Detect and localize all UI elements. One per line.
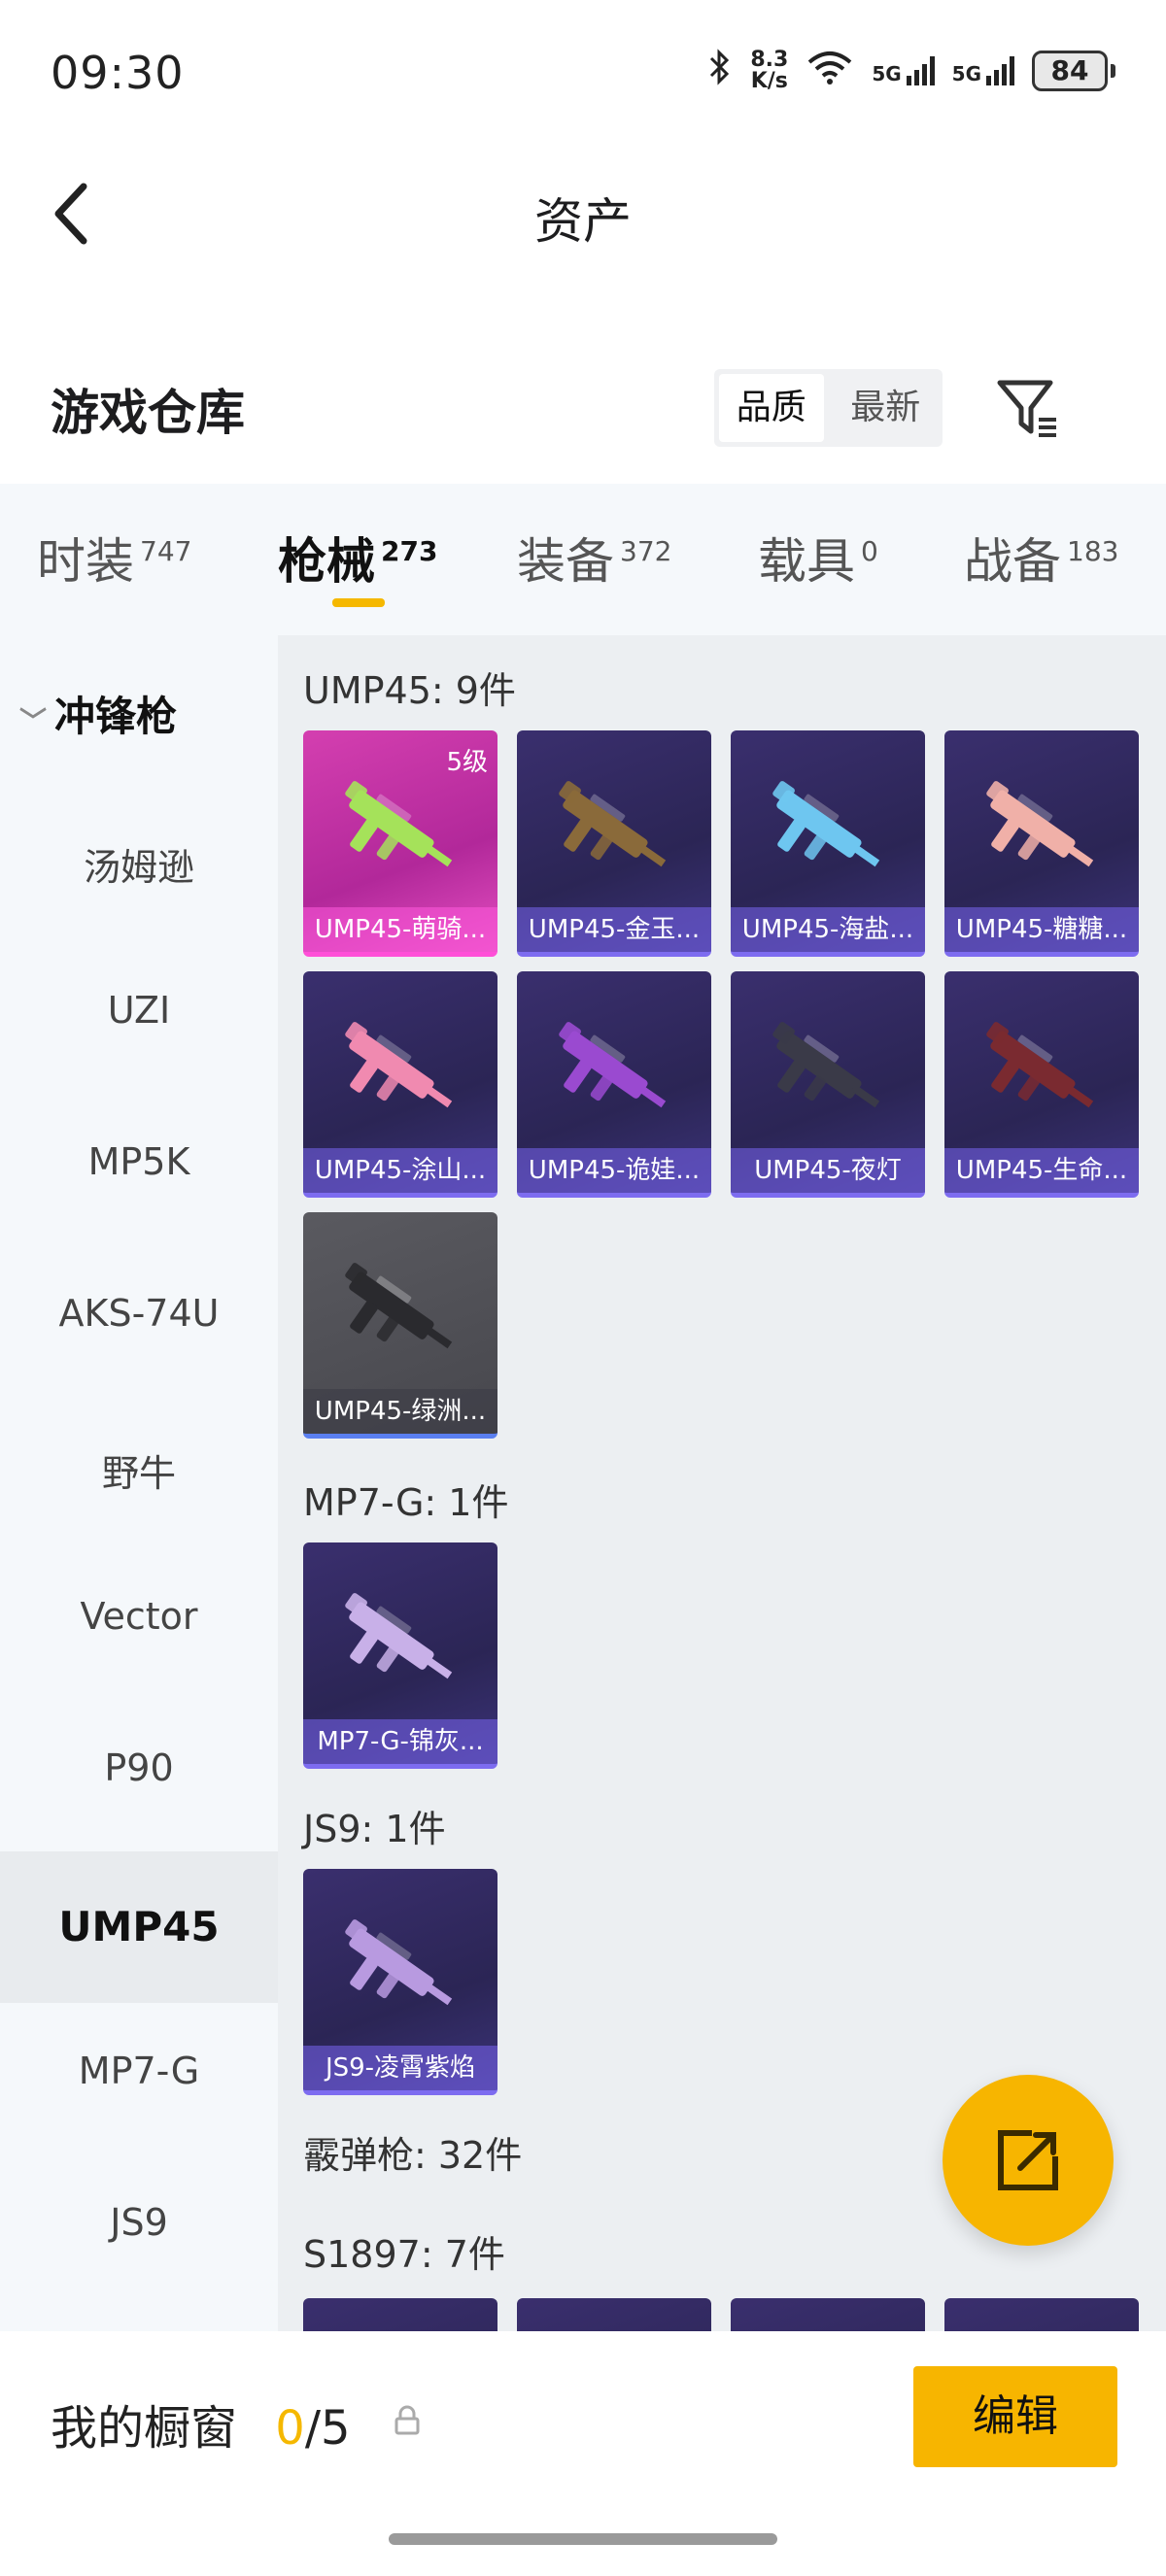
sidebar-item-js9[interactable]: JS9 bbox=[0, 2201, 278, 2244]
weapon-card-partial[interactable] bbox=[303, 2298, 497, 2331]
group-label-s1897: S1897: 7件 bbox=[303, 2233, 505, 2276]
sidebar-item-vector[interactable]: Vector bbox=[0, 1595, 278, 1638]
weapon-name: UMP45-诡娃... bbox=[517, 1148, 711, 1193]
weapon-card-partial[interactable] bbox=[731, 2298, 925, 2331]
gun-image bbox=[772, 1022, 880, 1108]
tab-equipment[interactable]: 装备 372 bbox=[517, 523, 671, 593]
weapon-name: UMP45-绿洲... bbox=[303, 1389, 497, 1434]
battery-tip bbox=[1111, 63, 1115, 78]
weapon-sidebar: ﹀ 冲锋枪 汤姆逊 UZI MP5K AKS-74U 野牛 Vector P90 … bbox=[0, 635, 278, 2331]
share-icon bbox=[998, 2130, 1058, 2190]
tab-fashion[interactable]: 时装 747 bbox=[37, 523, 191, 593]
gun-image bbox=[345, 1919, 453, 2006]
sidebar-item-bizon[interactable]: 野牛 bbox=[0, 1443, 278, 1497]
sidebar-category[interactable]: ﹀ 冲锋枪 bbox=[19, 684, 177, 743]
status-time: 09:30 bbox=[51, 47, 185, 99]
showcase-label: 我的橱窗 0/5 bbox=[51, 2401, 351, 2456]
home-indicator bbox=[389, 2533, 777, 2545]
filter-button[interactable] bbox=[996, 377, 1064, 439]
sort-toggle: 品质 最新 bbox=[714, 369, 943, 447]
gun-image bbox=[345, 781, 453, 867]
battery-icon: 84 bbox=[1032, 50, 1108, 91]
weapon-card[interactable]: UMP45-夜灯 bbox=[731, 971, 925, 1198]
group-label-mp7g: MP7-G: 1件 bbox=[303, 1481, 509, 1524]
signal-icon-1: 5G bbox=[872, 55, 935, 85]
weapon-card[interactable]: UMP45-海盐... bbox=[731, 730, 925, 957]
weapon-card[interactable]: UMP45-绿洲... bbox=[303, 1212, 497, 1439]
showcase-count: 0 bbox=[275, 2401, 305, 2456]
tab-supplies[interactable]: 战备 183 bbox=[964, 523, 1118, 593]
gun-image bbox=[986, 781, 1094, 867]
weapon-card[interactable]: MP7-G-锦灰... bbox=[303, 1542, 497, 1769]
weapon-name: UMP45-生命... bbox=[944, 1148, 1139, 1193]
level-badge: 5级 bbox=[446, 748, 488, 777]
showcase-total: /5 bbox=[304, 2401, 351, 2456]
gun-image bbox=[772, 781, 880, 867]
chevron-down-icon: ﹀ bbox=[19, 705, 48, 737]
sidebar-item-mp7g[interactable]: MP7-G bbox=[0, 2050, 278, 2092]
weapon-name: UMP45-涂山... bbox=[303, 1148, 497, 1193]
weapon-card-partial[interactable] bbox=[944, 2298, 1139, 2331]
page-title: 资产 bbox=[534, 193, 632, 250]
group-label-ump45: UMP45: 9件 bbox=[303, 669, 516, 712]
weapon-name: UMP45-糖糖... bbox=[944, 907, 1139, 952]
weapon-name: MP7-G-锦灰... bbox=[303, 1719, 497, 1764]
gun-image bbox=[345, 1022, 453, 1108]
bluetooth-icon bbox=[707, 49, 733, 92]
signal-icon-2: 5G bbox=[952, 55, 1014, 85]
weapon-card[interactable]: 5级 UMP45-萌骑... bbox=[303, 730, 497, 957]
wifi-icon bbox=[806, 49, 854, 92]
active-tab-indicator bbox=[332, 598, 385, 607]
share-fab[interactable] bbox=[943, 2075, 1114, 2246]
tab-firearms[interactable]: 枪械 273 bbox=[278, 523, 437, 593]
category-tabs: 时装 747 枪械 273 装备 372 载具 0 战备 183 bbox=[0, 484, 1166, 635]
sidebar-item-p90[interactable]: P90 bbox=[0, 1746, 278, 1789]
filter-icon bbox=[997, 380, 1056, 437]
lock-icon bbox=[393, 2405, 422, 2436]
weapon-name: UMP45-夜灯 bbox=[731, 1148, 925, 1193]
tab-vehicles[interactable]: 载具 0 bbox=[758, 523, 878, 593]
edit-button[interactable]: 编辑 bbox=[913, 2366, 1117, 2467]
weapon-name: UMP45-海盐... bbox=[731, 907, 925, 952]
group-label-js9: JS9: 1件 bbox=[303, 1808, 446, 1850]
gun-image bbox=[559, 781, 667, 867]
status-icons: 8.3 K/s 5G 5G 84 bbox=[707, 49, 1115, 92]
gun-image bbox=[345, 1263, 453, 1349]
group-label-shotgun: 霰弹枪: 32件 bbox=[303, 2134, 523, 2177]
weapon-card[interactable]: UMP45-涂山... bbox=[303, 971, 497, 1198]
weapon-name: JS9-凌霄紫焰 bbox=[303, 2046, 497, 2090]
weapon-card[interactable]: JS9-凌霄紫焰 bbox=[303, 1869, 497, 2095]
gun-image bbox=[986, 1022, 1094, 1108]
weapon-card[interactable]: UMP45-金玉... bbox=[517, 730, 711, 957]
gun-image bbox=[559, 1022, 667, 1108]
weapon-card-partial[interactable] bbox=[517, 2298, 711, 2331]
gun-image bbox=[345, 1593, 453, 1679]
sidebar-item-mp5k[interactable]: MP5K bbox=[0, 1140, 278, 1183]
sort-quality-button[interactable]: 品质 bbox=[719, 374, 824, 442]
sidebar-item-aks74u[interactable]: AKS-74U bbox=[0, 1292, 278, 1335]
weapon-name: UMP45-金玉... bbox=[517, 907, 711, 952]
warehouse-title: 游戏仓库 bbox=[51, 385, 245, 441]
network-speed: 8.3 K/s bbox=[750, 47, 789, 93]
sidebar-item-uzi[interactable]: UZI bbox=[0, 989, 278, 1032]
sort-newest-button[interactable]: 最新 bbox=[834, 374, 939, 442]
sidebar-item-ump45[interactable]: UMP45 bbox=[0, 1851, 278, 2003]
weapon-name: UMP45-萌骑... bbox=[303, 907, 497, 952]
weapon-card[interactable]: UMP45-诡娃... bbox=[517, 971, 711, 1198]
weapon-card[interactable]: UMP45-生命... bbox=[944, 971, 1139, 1198]
weapon-card[interactable]: UMP45-糖糖... bbox=[944, 730, 1139, 957]
sidebar-item-thompson[interactable]: 汤姆逊 bbox=[0, 837, 278, 891]
